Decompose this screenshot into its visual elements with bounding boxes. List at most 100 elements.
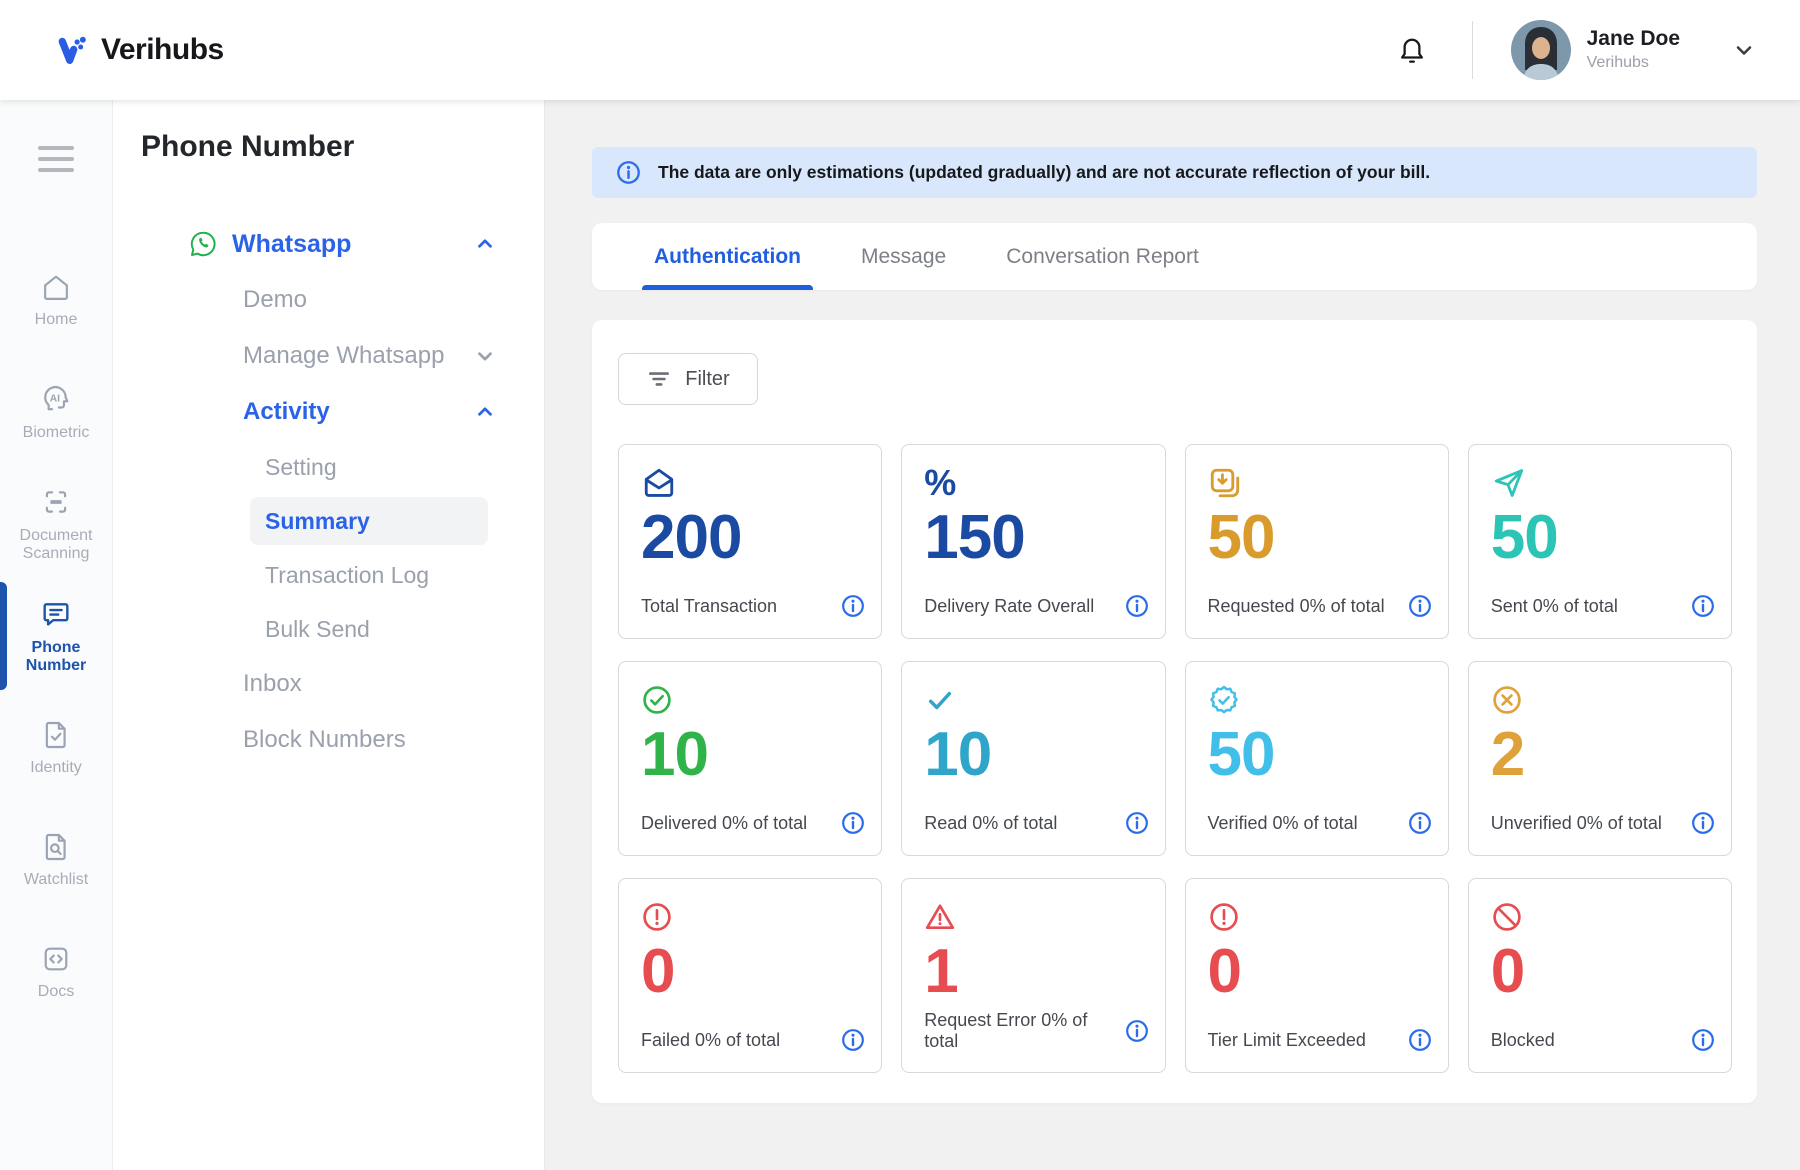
app-window: Verihubs Jane Doe V [0, 0, 1800, 1170]
tab-conversation-report[interactable]: Conversation Report [1002, 223, 1203, 290]
home-icon [40, 271, 72, 303]
user-block[interactable]: Jane Doe Verihubs [1587, 27, 1680, 73]
alert-triangle-icon [924, 899, 1144, 935]
rail-item-biometric[interactable]: AI Biometric [0, 356, 112, 468]
menu-item-summary[interactable]: Summary [250, 497, 488, 545]
info-icon[interactable] [1408, 811, 1432, 835]
menu-label: Block Numbers [243, 726, 406, 754]
rail-label: Docs [38, 983, 74, 1001]
menu-item-block-numbers[interactable]: Block Numbers [113, 715, 544, 765]
info-icon[interactable] [841, 594, 865, 618]
whatsapp-icon [188, 229, 218, 259]
tab-message[interactable]: Message [857, 223, 950, 290]
tab-authentication[interactable]: Authentication [650, 223, 805, 290]
info-icon [616, 160, 641, 185]
menu-label: Setting [265, 454, 337, 481]
tab-bar: Authentication Message Conversation Repo… [592, 223, 1757, 290]
mail-open-icon [641, 465, 861, 501]
filter-button[interactable]: Filter [618, 353, 758, 405]
main-content: The data are only estimations (updated g… [545, 100, 1800, 1170]
rail-item-docs[interactable]: Docs [0, 916, 112, 1028]
header-right: Jane Doe Verihubs [1392, 20, 1756, 80]
icon-rail: Home AI Biometric [0, 100, 113, 1170]
stat-card-sent: 50 Sent 0% of total [1468, 444, 1732, 639]
filter-icon [646, 366, 672, 392]
verihubs-logo-icon [56, 34, 88, 66]
rail-item-watchlist[interactable]: Watchlist [0, 804, 112, 916]
stat-label: Request Error 0% of total [924, 1010, 1124, 1052]
stat-card-delivery-rate: % 150 Delivery Rate Overall [901, 444, 1165, 639]
rail-item-home[interactable]: Home [0, 244, 112, 356]
stat-card-request-error: 1 Request Error 0% of total [901, 878, 1165, 1073]
rail-item-document-scanning[interactable]: Document Scanning [0, 468, 112, 580]
menu-item-bulk-send[interactable]: Bulk Send [250, 605, 488, 653]
rail-item-phone-number[interactable]: Phone Number [0, 580, 112, 692]
ban-icon [1491, 899, 1711, 935]
stat-value: 2 [1491, 722, 1711, 787]
info-icon[interactable] [1125, 811, 1149, 835]
brand-name: Verihubs [101, 33, 224, 67]
info-icon[interactable] [1408, 594, 1432, 618]
menu-label: Demo [243, 286, 307, 314]
page-title: Phone Number [113, 130, 544, 164]
stat-value: 200 [641, 505, 861, 570]
stat-card-tier-limit: 0 Tier Limit Exceeded [1185, 878, 1449, 1073]
sidebar: Phone Number Whatsapp Demo Mana [113, 100, 545, 1170]
stat-value: 0 [1208, 939, 1428, 1004]
menu-label: Manage Whatsapp [243, 342, 444, 370]
menu-item-whatsapp[interactable]: Whatsapp [113, 219, 544, 269]
menu-item-transaction-log[interactable]: Transaction Log [250, 551, 488, 599]
info-icon[interactable] [1691, 1028, 1715, 1052]
info-icon[interactable] [841, 811, 865, 835]
stat-label: Sent 0% of total [1491, 596, 1618, 617]
watchlist-document-search-icon [40, 831, 72, 863]
info-icon[interactable] [1691, 811, 1715, 835]
notifications-bell-icon[interactable] [1392, 29, 1432, 71]
stat-card-verified: 50 Verified 0% of total [1185, 661, 1449, 856]
brand: Verihubs [56, 33, 224, 67]
info-icon[interactable] [1691, 594, 1715, 618]
rail-label: Biometric [23, 424, 90, 442]
rail-label: Phone Number [0, 639, 112, 676]
stat-label: Unverified 0% of total [1491, 813, 1662, 834]
menu-item-activity[interactable]: Activity [113, 387, 544, 437]
info-icon[interactable] [841, 1028, 865, 1052]
user-menu-chevron-down-icon[interactable] [1732, 38, 1756, 62]
menu-label: Inbox [243, 670, 302, 698]
rail-label: Identity [30, 759, 82, 777]
info-icon[interactable] [1125, 1019, 1149, 1043]
stat-card-read: 10 Read 0% of total [901, 661, 1165, 856]
stat-label: Blocked [1491, 1030, 1555, 1051]
alert-circle-icon [641, 899, 861, 935]
identity-document-check-icon [40, 719, 72, 751]
docs-code-icon [40, 943, 72, 975]
hamburger-menu-icon[interactable] [32, 140, 80, 178]
user-name: Jane Doe [1587, 27, 1680, 51]
rail-item-identity[interactable]: Identity [0, 692, 112, 804]
sidebar-menu: Whatsapp Demo Manage Whatsapp Activity [113, 219, 544, 765]
check-circle-icon [641, 682, 861, 718]
stat-value: 0 [1491, 939, 1711, 1004]
chevron-up-icon [474, 233, 496, 255]
stat-label: Total Transaction [641, 596, 777, 617]
user-org: Verihubs [1587, 54, 1680, 72]
menu-item-setting[interactable]: Setting [250, 443, 488, 491]
stat-value: 150 [924, 505, 1144, 570]
info-icon[interactable] [1408, 1028, 1432, 1052]
alert-circle-icon [1208, 899, 1428, 935]
menu-item-inbox[interactable]: Inbox [113, 659, 544, 709]
menu-item-manage-whatsapp[interactable]: Manage Whatsapp [113, 331, 544, 381]
summary-panel: Filter 200 [592, 320, 1757, 1103]
info-banner: The data are only estimations (updated g… [592, 147, 1757, 198]
stat-label: Tier Limit Exceeded [1208, 1030, 1366, 1051]
menu-item-demo[interactable]: Demo [113, 275, 544, 325]
document-scan-icon [39, 485, 73, 519]
activity-submenu: Setting Summary Transaction Log Bulk Sen… [250, 443, 488, 653]
stat-label: Failed 0% of total [641, 1030, 780, 1051]
info-icon[interactable] [1125, 594, 1149, 618]
biometric-ai-icon: AI [39, 382, 73, 416]
x-circle-icon [1491, 682, 1711, 718]
header-divider [1472, 21, 1473, 79]
avatar[interactable] [1511, 20, 1571, 80]
menu-label: Bulk Send [265, 616, 370, 643]
